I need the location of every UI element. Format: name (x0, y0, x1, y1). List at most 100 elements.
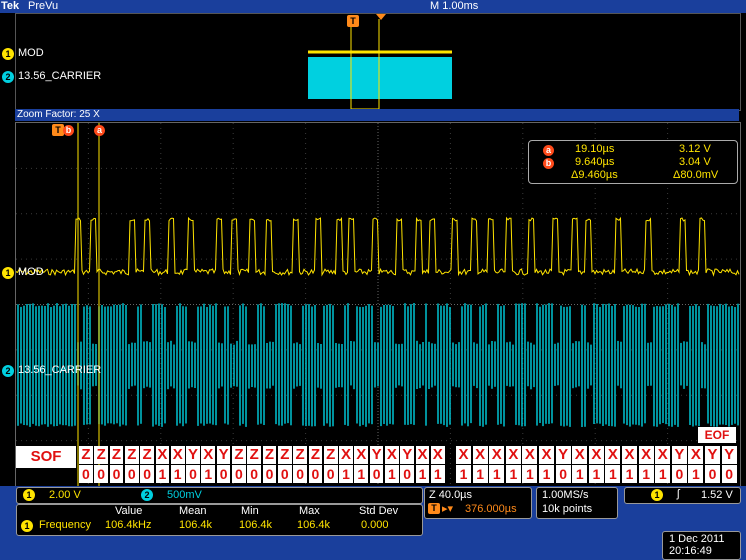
decode-symbol: X (415, 446, 430, 464)
zoom-time: Z 40.0µs (429, 489, 473, 501)
decode-bit: 0 (555, 465, 571, 483)
decode-bit: 1 (170, 465, 185, 483)
meas-header-min: Min (241, 505, 259, 517)
decode-bit: 1 (688, 465, 704, 483)
decode-bit: 1 (385, 465, 399, 483)
decode-bit: 1 (605, 465, 621, 483)
preview-ch1-marker[interactable]: 1 (2, 48, 14, 60)
meas-header-value: Value (115, 505, 143, 517)
preview-ch2-marker[interactable]: 2 (2, 71, 14, 83)
decode-symbol: Z (277, 446, 292, 464)
meas-stddev: 0.000 (361, 519, 389, 531)
decode-bit: 1 (456, 465, 472, 483)
ch2-scale-marker[interactable]: 2 (141, 489, 153, 501)
decode-symbol: X (539, 446, 555, 464)
decode-symbol: Y (671, 446, 687, 464)
zoom-factor-label: Zoom Factor: 25 X (17, 109, 100, 120)
ch1-scale-marker[interactable]: 1 (23, 489, 35, 501)
decode-symbol: Y (186, 446, 200, 464)
decode-bit: 0 (247, 465, 262, 483)
meas-value: 106.4kHz (105, 519, 152, 531)
cursor-b-icon[interactable]: b (63, 125, 74, 136)
decode-bit: 0 (308, 465, 323, 483)
decode-symbol: X (489, 446, 505, 464)
decode-symbol: X (430, 446, 445, 464)
decode-symbol: X (522, 446, 538, 464)
decode-bit: 1 (588, 465, 604, 483)
readout-b-time: 9.640µs (575, 156, 615, 168)
trigger-source-marker: 1 (651, 489, 663, 501)
readout-a-volt: 3.12 V (679, 143, 711, 155)
decode-bit: 0 (277, 465, 292, 483)
cursor-a-icon[interactable]: a (94, 125, 105, 136)
decode-bit: 1 (539, 465, 555, 483)
zoom-timebase-panel[interactable]: Z 40.0µs T ▸▾ 376.000µs (424, 487, 532, 519)
decode-symbol: X (354, 446, 369, 464)
decode-symbol: X (170, 446, 185, 464)
decode-bit: 1 (489, 465, 505, 483)
cursor-readout: a 19.10µs 3.12 V b 9.640µs 3.04 V Δ9.460… (528, 140, 738, 184)
rising-edge-icon: ʃ (677, 488, 680, 500)
readout-b-volt: 3.04 V (679, 156, 711, 168)
trigger-position: 376.000µs (465, 503, 517, 515)
preview-ch1-label: MOD (18, 47, 44, 59)
decode-bit: 1 (505, 465, 521, 483)
trigger-level: 1.52 V (701, 489, 733, 501)
ch1-marker[interactable]: 1 (2, 267, 14, 279)
decode-bit: 0 (262, 465, 277, 483)
decode-symbol: Z (140, 446, 154, 464)
datetime-panel: 1 Dec 2011 20:16:49 (662, 531, 741, 560)
decode-bit: 1 (201, 465, 216, 483)
decode-bit: 1 (430, 465, 445, 483)
preview-window: T (15, 13, 741, 111)
meas-name[interactable]: Frequency (39, 519, 91, 531)
meas-mean: 106.4k (179, 519, 213, 531)
decode-symbol: Y (369, 446, 384, 464)
title-bar: Tek PreVu M 1.00ms (0, 0, 746, 13)
ch2-marker[interactable]: 2 (2, 365, 14, 377)
readout-a-time: 19.10µs (575, 143, 615, 155)
decode-symbol: X (572, 446, 588, 464)
meas-header-stddev: Std Dev (359, 505, 399, 517)
channel-scale-panel: 1 2.00 V 2 500mV (16, 487, 423, 504)
decode-symbol: Y (216, 446, 231, 464)
decode-symbol: X (385, 446, 399, 464)
decode-bit: 0 (293, 465, 307, 483)
sof-label: SOF (16, 446, 76, 468)
decode-bit: 1 (572, 465, 588, 483)
preview-ch2-label: 13.56_CARRIER (18, 70, 102, 82)
decode-bit: 0 (186, 465, 200, 483)
preview-trigger-t-icon: T (347, 15, 359, 27)
meas-min: 106.4k (239, 519, 273, 531)
ch1-label: MOD (18, 266, 44, 278)
decode-symbol: Y (555, 446, 571, 464)
decode-bit: 0 (109, 465, 124, 483)
ch2-scale[interactable]: 500mV (167, 489, 202, 501)
decode-bit: 1 (655, 465, 671, 483)
main-timebase[interactable]: M 1.00ms (430, 0, 478, 12)
decode-symbol: X (655, 446, 671, 464)
preview-trigger-marker (376, 14, 386, 20)
decode-symbol: X (155, 446, 170, 464)
readout-delta-time: Δ9.460µs (571, 169, 618, 181)
ch1-scale[interactable]: 2.00 V (49, 489, 81, 501)
brand-logo: Tek (1, 0, 20, 12)
readout-delta-volt: Δ80.0mV (673, 169, 719, 181)
decode-symbol: X (505, 446, 521, 464)
readout-a-icon: a (543, 145, 554, 156)
meas-ch1-marker: 1 (21, 520, 33, 532)
decode-bit: 0 (216, 465, 231, 483)
zoom-factor-bar: Zoom Factor: 25 X (15, 109, 739, 121)
decode-symbol: Z (323, 446, 338, 464)
decode-bit: 0 (94, 465, 109, 483)
acquisition-mode: PreVu (28, 0, 59, 12)
trigger-panel[interactable]: 1 ʃ 1.52 V (624, 487, 741, 504)
acquisition-panel[interactable]: 1.00MS/s 10k points (536, 487, 618, 519)
decode-symbol: X (605, 446, 621, 464)
decode-symbol: X (339, 446, 353, 464)
preview-waveforms (308, 14, 452, 110)
trigger-pos-arrow-icon: ▸▾ (442, 503, 454, 515)
time-display: 20:16:49 (669, 545, 712, 557)
decode-bit: 0 (124, 465, 139, 483)
decode-symbol: X (588, 446, 604, 464)
